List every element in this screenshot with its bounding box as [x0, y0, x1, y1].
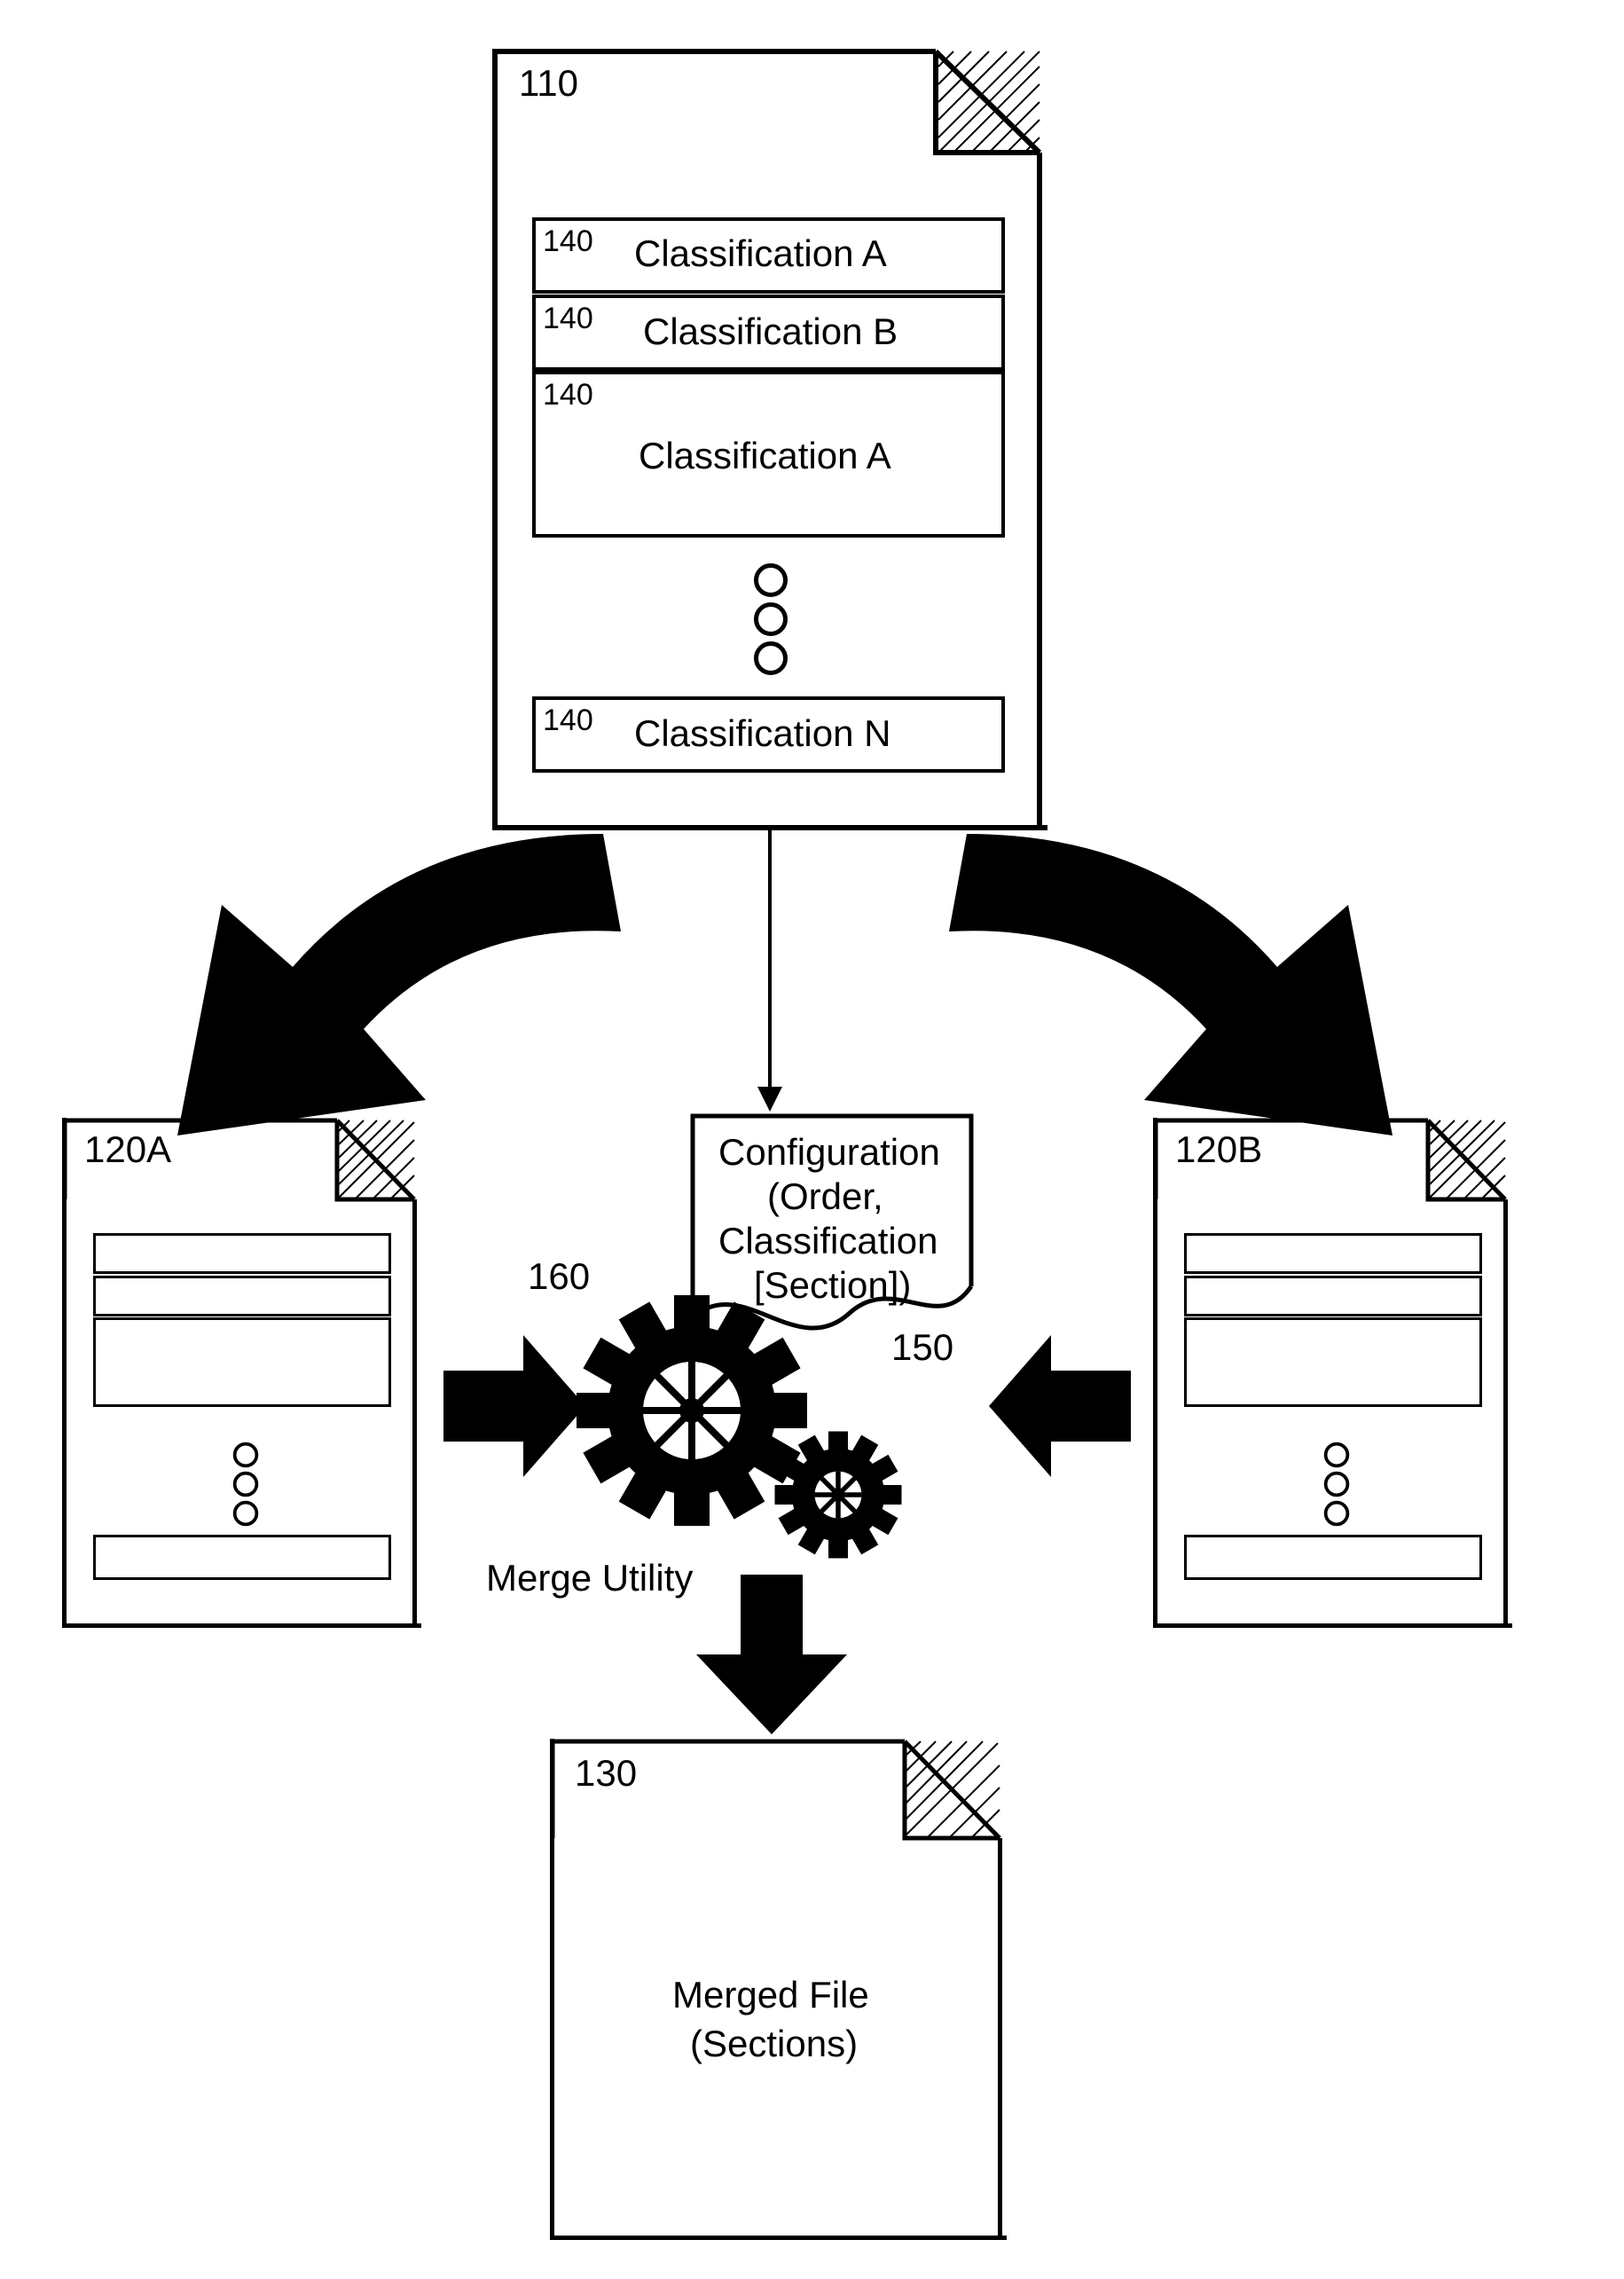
section-ref-a2: 140: [543, 378, 593, 413]
section-ref-a1: 140: [543, 224, 593, 259]
merged-doc-frame-r: [998, 1838, 1002, 2236]
diagram-canvas: 110 140 Classification A 140 Classificat…: [0, 0, 1624, 2279]
left-doc-bar-4: [93, 1535, 391, 1580]
right-doc-bar-2: [1184, 1276, 1482, 1316]
block-arrow-right-in: [985, 1326, 1135, 1486]
ref-120a: 120A: [84, 1128, 171, 1171]
right-doc-frame-r: [1503, 1199, 1508, 1623]
config-line2: (Order,: [767, 1175, 883, 1218]
ref-120b: 120B: [1175, 1128, 1262, 1171]
ref-160: 160: [528, 1255, 590, 1298]
right-doc-bar-4: [1184, 1535, 1482, 1580]
source-doc-frame-right: [1037, 153, 1042, 825]
right-doc-bar-1: [1184, 1233, 1482, 1274]
left-doc-bar-3: [93, 1317, 391, 1407]
left-doc-bar-2: [93, 1276, 391, 1316]
left-doc-frame-r: [412, 1199, 417, 1623]
curved-arrow-left: [142, 825, 710, 1153]
left-doc-bar-1: [93, 1233, 391, 1274]
section-label-a1: Classification A: [634, 232, 887, 275]
gears-icon: [572, 1269, 945, 1588]
merge-utility-label: Merge Utility: [486, 1557, 693, 1599]
ref-110: 110: [519, 62, 578, 105]
merged-line1: Merged File: [672, 1974, 869, 2016]
config-line3: Classification: [718, 1220, 938, 1262]
curved-arrow-right: [860, 825, 1428, 1153]
block-arrow-down: [692, 1570, 851, 1739]
ellipsis-dots-left: [233, 1442, 259, 1527]
ellipsis-dots-source: [754, 563, 788, 675]
right-doc-bar-3: [1184, 1317, 1482, 1407]
thin-arrow-config: [752, 829, 788, 1113]
section-label-b: Classification B: [643, 310, 898, 353]
section-ref-n: 140: [543, 703, 593, 738]
block-arrow-left-in: [439, 1326, 590, 1486]
ref-130: 130: [575, 1752, 637, 1795]
ellipsis-dots-right: [1324, 1442, 1350, 1527]
section-label-a2: Classification A: [639, 435, 891, 477]
config-line1: Configuration: [718, 1131, 940, 1174]
section-label-n: Classification N: [634, 712, 890, 755]
section-ref-b: 140: [543, 302, 593, 336]
merged-line2: (Sections): [690, 2023, 858, 2065]
